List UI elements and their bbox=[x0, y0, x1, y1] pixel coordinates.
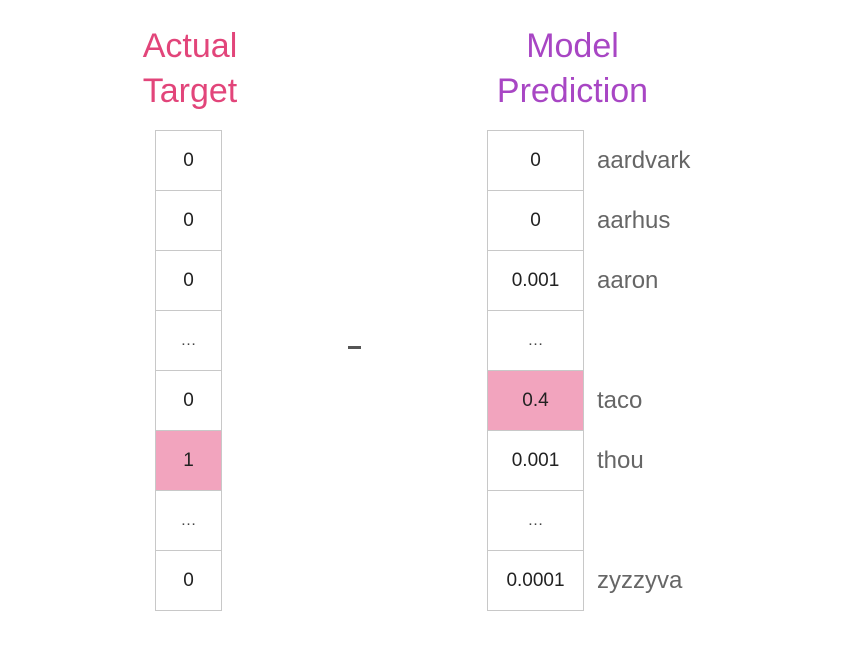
vocab-word: taco bbox=[597, 387, 643, 414]
model-prediction-title-line2: Prediction bbox=[496, 72, 649, 110]
prediction-cell-highlighted: 0.4 bbox=[488, 370, 583, 430]
actual-cell: 0 bbox=[156, 250, 221, 310]
model-prediction-vector: 0 0 0.001 … 0.4 0.001 … 0.0001 bbox=[487, 130, 584, 611]
minus-operator bbox=[348, 346, 361, 349]
prediction-cell-ellipsis: … bbox=[488, 490, 583, 550]
actual-cell-ellipsis: … bbox=[156, 310, 221, 370]
prediction-cell: 0.001 bbox=[488, 250, 583, 310]
actual-cell: 0 bbox=[156, 550, 221, 610]
model-prediction-title: Model Prediction bbox=[470, 24, 675, 114]
actual-target-vector: 0 0 0 … 0 1 … 0 bbox=[155, 130, 222, 611]
prediction-cell: 0 bbox=[488, 130, 583, 190]
prediction-cell-ellipsis: … bbox=[488, 310, 583, 370]
vocab-word: thou bbox=[597, 447, 644, 474]
vocab-word: aarhus bbox=[597, 207, 671, 234]
actual-cell: 0 bbox=[156, 190, 221, 250]
prediction-cell: 0.0001 bbox=[488, 550, 583, 610]
actual-cell: 0 bbox=[156, 130, 221, 190]
actual-target-title: Actual Target bbox=[125, 24, 255, 114]
vocab-word: aaron bbox=[597, 267, 659, 294]
prediction-cell: 0 bbox=[488, 190, 583, 250]
actual-target-title-line1: Actual bbox=[142, 27, 238, 65]
actual-cell-highlighted: 1 bbox=[156, 430, 221, 490]
vocab-word: aardvark bbox=[597, 147, 691, 174]
model-prediction-title-line1: Model bbox=[526, 27, 619, 65]
prediction-cell: 0.001 bbox=[488, 430, 583, 490]
vocab-word: zyzzyva bbox=[597, 567, 683, 594]
actual-cell: 0 bbox=[156, 370, 221, 430]
actual-target-title-line2: Target bbox=[142, 72, 238, 110]
actual-cell-ellipsis: … bbox=[156, 490, 221, 550]
